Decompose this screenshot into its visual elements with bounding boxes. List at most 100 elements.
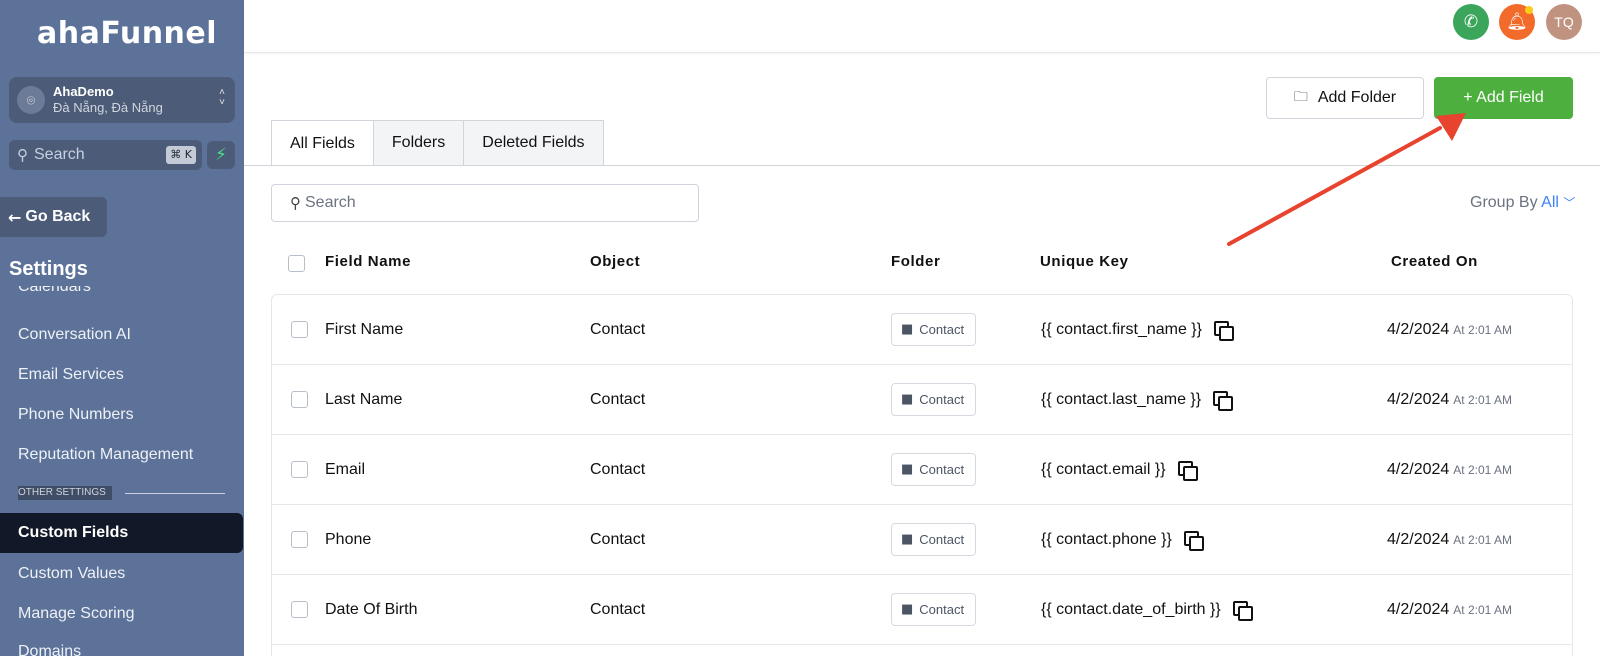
row-checkbox[interactable] xyxy=(291,321,308,338)
unique-key: {{ contact.first_name }} xyxy=(1041,321,1234,341)
notification-dot xyxy=(1525,6,1533,14)
created-date: 4/2/2024 xyxy=(1387,601,1450,618)
created-date: 4/2/2024 xyxy=(1387,531,1450,548)
user-avatar[interactable]: TQ xyxy=(1546,4,1582,40)
folder-chip-label: Contact xyxy=(919,602,965,617)
sidebar-item-manage-scoring[interactable]: Manage Scoring xyxy=(18,605,135,623)
created-date: 4/2/2024 xyxy=(1387,321,1450,338)
select-all-checkbox[interactable] xyxy=(288,255,305,272)
sidebar-item-custom-values[interactable]: Custom Values xyxy=(18,565,125,583)
unique-key: {{ contact.email }} xyxy=(1041,461,1198,481)
folder-chip-label: Contact xyxy=(919,532,965,547)
sidebar-search[interactable]: ⚲ Search ⌘ K xyxy=(9,140,202,170)
sidebar-item-email-services[interactable]: Email Services xyxy=(18,366,124,384)
created-time: At 2:01 AM xyxy=(1453,463,1512,477)
unique-key: {{ contact.last_name }} xyxy=(1041,391,1234,411)
fields-search-placeholder: Search xyxy=(305,194,356,211)
add-folder-button[interactable]: 🗀 Add Folder xyxy=(1266,77,1424,119)
row-checkbox[interactable] xyxy=(291,391,308,408)
sidebar-item-custom-fields[interactable]: Custom Fields xyxy=(0,513,243,553)
folder-chip[interactable]: ■ Contact xyxy=(891,383,976,416)
field-name: Email xyxy=(325,461,366,478)
header-object[interactable]: Object xyxy=(590,253,640,270)
unique-key-text: {{ contact.first_name }} xyxy=(1041,321,1202,338)
sidebar-item-phone-numbers[interactable]: Phone Numbers xyxy=(18,406,134,424)
folder-chip-label: Contact xyxy=(919,322,965,337)
folder-plus-icon: 🗀 xyxy=(1293,89,1308,105)
unique-key: {{ contact.phone }} xyxy=(1041,531,1204,551)
header-created-on[interactable]: Created On xyxy=(1391,253,1478,270)
unique-key-text: {{ contact.date_of_birth }} xyxy=(1041,601,1221,618)
table-row[interactable]: Email Contact ■ Contact {{ contact.email … xyxy=(272,435,1572,505)
copy-icon[interactable] xyxy=(1213,391,1234,411)
field-object: Contact xyxy=(590,601,646,618)
row-checkbox[interactable] xyxy=(291,601,308,618)
tab-folders[interactable]: Folders xyxy=(373,120,465,165)
fields-table: First Name Contact ■ Contact {{ contact.f… xyxy=(271,294,1573,656)
field-name: Last Name xyxy=(325,391,403,408)
bell-icon[interactable]: 🔔︎ xyxy=(1499,4,1535,40)
add-field-button[interactable]: + Add Field xyxy=(1434,77,1573,119)
folder-chip[interactable]: ■ Contact xyxy=(891,453,976,486)
created-on: 4/2/2024 At 2:01 AM xyxy=(1387,601,1512,619)
created-on: 4/2/2024 At 2:01 AM xyxy=(1387,461,1512,479)
copy-icon[interactable] xyxy=(1177,461,1198,481)
arrow-left-icon: ← xyxy=(8,207,22,227)
quick-action-bolt-icon[interactable]: ⚡ xyxy=(207,141,235,169)
group-by-dropdown[interactable]: Group By All ﹀ xyxy=(1470,194,1575,212)
go-back-button[interactable]: ← Go Back xyxy=(0,197,107,237)
phone-icon[interactable]: ✆ xyxy=(1453,4,1489,40)
folder-chip-label: Contact xyxy=(919,392,965,407)
folder-icon: ■ xyxy=(901,322,914,337)
tab-all-fields[interactable]: All Fields xyxy=(271,120,374,166)
folder-icon: ■ xyxy=(901,392,914,407)
table-row[interactable]: Phone Contact ■ Contact {{ contact.phone … xyxy=(272,505,1572,575)
table-row[interactable]: Date Of Birth Contact ■ Contact {{ contac… xyxy=(272,575,1572,645)
field-object: Contact xyxy=(590,321,646,338)
go-back-label: Go Back xyxy=(25,208,91,225)
folder-chip-label: Contact xyxy=(919,462,965,477)
sidebar-item-reputation-management[interactable]: Reputation Management xyxy=(18,446,193,464)
folder-icon: ■ xyxy=(901,462,914,477)
header-field-name[interactable]: Field Name xyxy=(325,253,411,270)
row-checkbox[interactable] xyxy=(291,461,308,478)
created-time: At 2:01 AM xyxy=(1453,323,1512,337)
unique-key: {{ contact.date_of_birth }} xyxy=(1041,601,1253,621)
table-row[interactable]: First Name Contact ■ Contact {{ contact.f… xyxy=(272,295,1572,365)
sidebar-item-domains[interactable]: Domains xyxy=(18,643,81,656)
sidebar-item-conversation-ai[interactable]: Conversation AI xyxy=(18,326,131,344)
sidebar: ahaFunnel ⌾ AhaDemo Đà Nẵng, Đà Nẵng ˄ ˅ … xyxy=(0,0,244,656)
field-name: First Name xyxy=(325,321,404,338)
sidebar-search-placeholder: Search xyxy=(34,146,85,163)
copy-icon[interactable] xyxy=(1183,531,1204,551)
created-time: At 2:01 AM xyxy=(1453,533,1512,547)
brand-logo: ahaFunnel xyxy=(37,16,218,51)
add-folder-label: Add Folder xyxy=(1317,89,1397,106)
table-row[interactable]: Last Name Contact ■ Contact {{ contact.la… xyxy=(272,365,1572,435)
tab-deleted-fields[interactable]: Deleted Fields xyxy=(464,120,604,165)
account-name: AhaDemo xyxy=(53,84,114,99)
folder-chip[interactable]: ■ Contact xyxy=(891,593,976,626)
chevron-up-down-icon: ˄ ˅ xyxy=(219,87,225,108)
copy-icon[interactable] xyxy=(1214,321,1234,341)
fields-search-input[interactable]: ⚲ Search xyxy=(271,184,699,222)
tabs: All Fields Folders Deleted Fields xyxy=(271,120,604,166)
section-label-other-settings: OTHER SETTINGS xyxy=(18,486,112,500)
folder-icon: ■ xyxy=(901,602,914,617)
settings-title: Settings xyxy=(9,258,88,280)
unique-key-text: {{ contact.last_name }} xyxy=(1041,391,1202,408)
folder-chip[interactable]: ■ Contact xyxy=(891,313,976,346)
header-folder[interactable]: Folder xyxy=(891,253,940,270)
created-time: At 2:01 AM xyxy=(1453,603,1512,617)
topbar: ✆ 🔔︎ TQ xyxy=(244,0,1600,53)
copy-icon[interactable] xyxy=(1232,601,1253,621)
field-object: Contact xyxy=(590,531,646,548)
row-checkbox[interactable] xyxy=(291,531,308,548)
account-switcher[interactable]: ⌾ AhaDemo Đà Nẵng, Đà Nẵng ˄ ˅ xyxy=(9,77,235,123)
table-header: Field Name Object Folder Unique Key Crea… xyxy=(271,245,1573,277)
created-time: At 2:01 AM xyxy=(1453,393,1512,407)
search-icon: ⚲ xyxy=(17,147,28,164)
header-unique-key[interactable]: Unique Key xyxy=(1040,253,1129,270)
folder-chip[interactable]: ■ Contact xyxy=(891,523,976,556)
created-on: 4/2/2024 At 2:01 AM xyxy=(1387,391,1512,409)
